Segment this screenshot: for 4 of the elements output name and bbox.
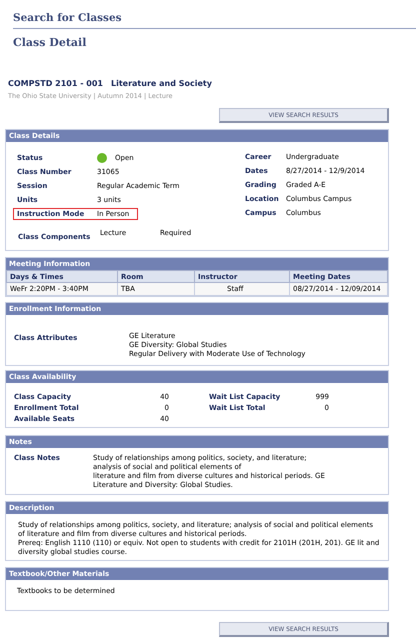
page-heading: Class Detail [13, 36, 88, 49]
page-title: Search for Classes [13, 12, 123, 24]
course-code: COMPSTD 2101 - 001 [8, 79, 103, 88]
course-name: Literature and Society [111, 79, 212, 88]
